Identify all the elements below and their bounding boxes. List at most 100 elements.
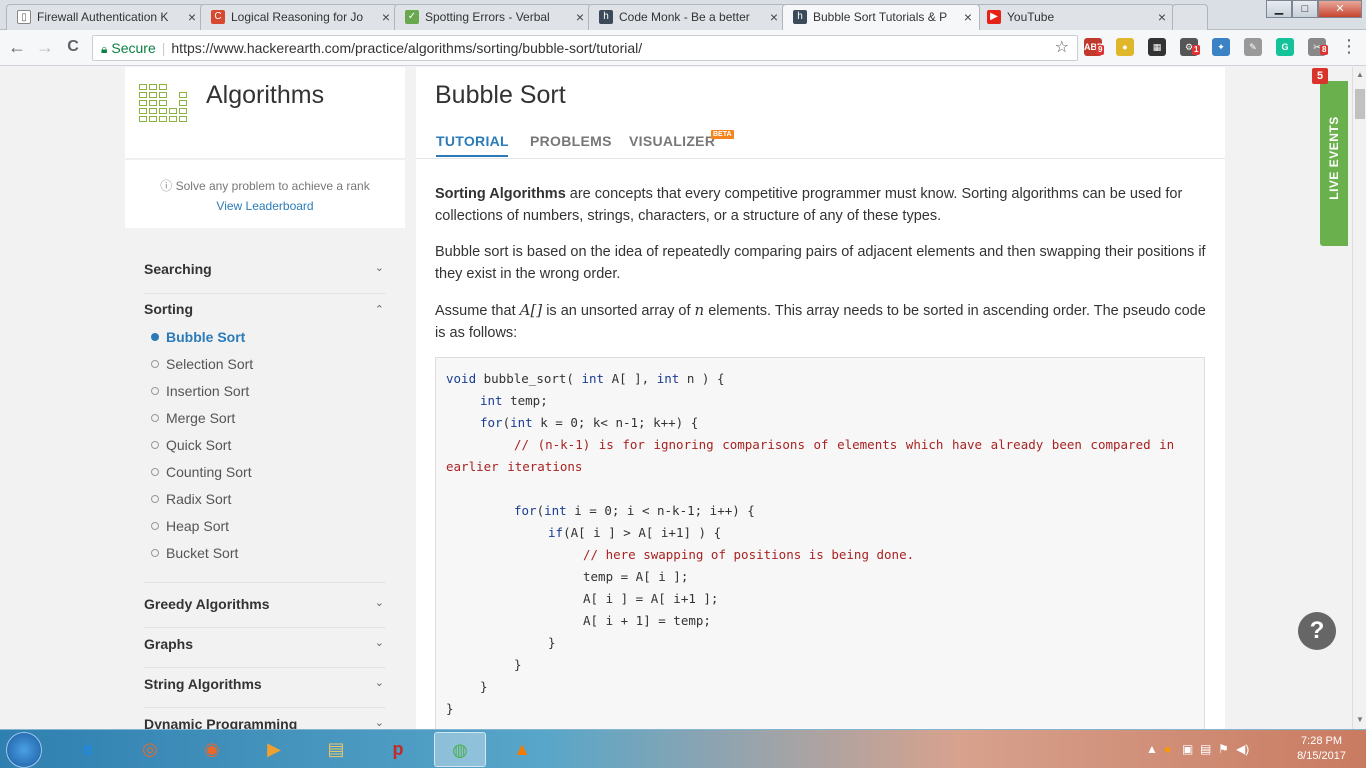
code-comment: // here swapping of positions is being d… — [583, 547, 915, 562]
scrollbar-thumb[interactable] — [1355, 89, 1365, 119]
sidebar-item-quick-sort[interactable]: Quick Sort — [151, 437, 231, 453]
secure-label: Secure — [111, 40, 156, 56]
code-line: for(int k = 0; k< n-1; k++) { — [480, 415, 699, 430]
info-icon: ⓘ — [160, 179, 176, 193]
live-events-label: LIVE EVENTS — [1327, 116, 1341, 200]
tray-expand-icon[interactable]: ▲ — [1146, 742, 1158, 756]
tab-problems[interactable]: PROBLEMS — [530, 133, 612, 149]
maximize-button[interactable]: □ — [1292, 0, 1318, 18]
scroll-up-icon[interactable]: ▲ — [1356, 70, 1364, 79]
menu-icon[interactable]: ⋮ — [1338, 36, 1360, 57]
tray-app-icon[interactable]: ● — [1164, 742, 1171, 756]
separator: | — [161, 40, 166, 56]
chevron-down-icon: ⌄ — [374, 717, 384, 729]
paragraph-text: is an unsorted array of — [542, 303, 695, 319]
code-line: } — [446, 701, 454, 716]
browser-tab[interactable]: ▶ YouTube × — [976, 4, 1174, 30]
sidebar-item-bubble-sort[interactable]: Bubble Sort — [151, 329, 245, 345]
chrome-app-taskbar-icon[interactable]: ◍ — [434, 732, 486, 767]
tray-network-icon[interactable]: ▣ — [1182, 742, 1193, 756]
capture-app-taskbar-icon[interactable]: ◉ — [186, 732, 238, 767]
paragraph-text: Assume that — [435, 303, 520, 319]
close-tab-icon[interactable]: × — [770, 9, 778, 25]
pdf-icon[interactable]: ✎ — [1244, 38, 1262, 56]
sidebar-item-heap-sort[interactable]: Heap Sort — [151, 518, 229, 534]
tray-volume-icon[interactable]: ◀) — [1236, 742, 1249, 756]
chevron-down-icon: ⌄ — [374, 677, 384, 689]
tab-visualizer[interactable]: VISUALIZER — [629, 133, 715, 149]
code-line: if(A[ i ] > A[ i+1] ) { — [548, 525, 722, 540]
windows-taskbar: e ◎ ◉ ▶ ▤ p ◍ ▲ ▲ ● ▣ ▤ ⚑ ◀) 7:28 PM 8/15/2017 — [0, 729, 1366, 768]
browser-tab[interactable]: h Code Monk - Be a better × — [588, 4, 786, 30]
minimize-button[interactable]: ▁ — [1266, 0, 1292, 18]
browser-tab[interactable]: ▯ Firewall Authentication K × — [6, 4, 204, 30]
tray-flag-icon[interactable]: ⚑ — [1218, 742, 1229, 756]
tab-title: Logical Reasoning for Jo — [231, 10, 364, 24]
clock-date: 8/15/2017 — [1297, 750, 1346, 762]
tab-tutorial[interactable]: TUTORIAL — [436, 133, 509, 149]
browser-tab-active[interactable]: h Bubble Sort Tutorials & P × — [782, 4, 980, 30]
norton-icon[interactable]: ● — [1116, 38, 1134, 56]
live-events-tab[interactable]: LIVE EVENTS — [1320, 81, 1348, 246]
sidebar-category-graphs[interactable]: Graphs ⌄ — [144, 636, 386, 652]
tray-display-icon[interactable]: ▤ — [1200, 742, 1211, 756]
close-tab-icon[interactable]: × — [382, 9, 390, 25]
scroll-down-icon[interactable]: ▼ — [1356, 715, 1364, 724]
bullet-icon — [151, 522, 159, 530]
bullet-icon — [151, 549, 159, 557]
media-player-app-taskbar-icon[interactable]: ▶ — [248, 732, 300, 767]
code-line: for(int i = 0; i < n-k-1; i++) { — [514, 503, 755, 518]
browser-tab[interactable]: C Logical Reasoning for Jo × — [200, 4, 398, 30]
sidebar-item-insertion-sort[interactable]: Insertion Sort — [151, 383, 249, 399]
sidebar-item-selection-sort[interactable]: Selection Sort — [151, 356, 253, 372]
divider — [144, 627, 386, 628]
reload-button[interactable]: C — [62, 38, 84, 56]
math-variable: n — [694, 301, 705, 319]
close-tab-icon[interactable]: × — [1158, 9, 1166, 25]
sidebar-category-sorting[interactable]: Sorting ⌃ — [144, 301, 386, 317]
view-leaderboard-link[interactable]: View Leaderboard — [125, 199, 405, 213]
sidebar-item-bucket-sort[interactable]: Bucket Sort — [151, 545, 238, 561]
explorer-app-taskbar-icon[interactable]: ▤ — [310, 732, 362, 767]
p-app-taskbar-icon[interactable]: p — [372, 732, 424, 767]
new-tab-button[interactable] — [1172, 4, 1208, 30]
close-tab-icon[interactable]: × — [188, 9, 196, 25]
help-button[interactable]: ? — [1298, 612, 1336, 650]
bookmark-star-icon[interactable]: ☆ — [1055, 36, 1069, 60]
extension-badge: 1 — [1192, 45, 1201, 55]
divider — [144, 582, 386, 583]
bullet-icon — [151, 360, 159, 368]
tab-title: Firewall Authentication K — [37, 10, 169, 24]
lock-icon: 🔒︎ — [101, 42, 108, 56]
extension-blue-icon[interactable]: ✦ — [1212, 38, 1230, 56]
sidebar-category-searching[interactable]: Searching ⌄ — [144, 261, 386, 277]
sidebar-category-string[interactable]: String Algorithms ⌄ — [144, 676, 386, 692]
rank-hint-text: Solve any problem to achieve a rank — [175, 179, 370, 193]
camera-app-taskbar-icon[interactable]: ◎ — [124, 732, 176, 767]
close-window-button[interactable]: ✕ — [1318, 0, 1362, 18]
bullet-icon — [151, 441, 159, 449]
address-bar[interactable]: 🔒︎ Secure | https://www.hackerearth.com/pra… — [92, 35, 1078, 61]
sidebar-item-counting-sort[interactable]: Counting Sort — [151, 464, 252, 480]
vertical-scrollbar[interactable]: ▲ ▼ — [1352, 67, 1366, 729]
code-line: A[ i ] = A[ i+1 ]; — [583, 591, 719, 606]
sidebar-category-dp[interactable]: Dynamic Programming ⌄ — [144, 716, 386, 729]
ie-app-taskbar-icon[interactable]: e — [62, 732, 114, 767]
code-line: int temp; — [480, 393, 548, 408]
film-icon[interactable]: ▦ — [1148, 38, 1166, 56]
divider — [144, 707, 386, 708]
close-tab-icon[interactable]: × — [576, 9, 584, 25]
sidebar-category-greedy[interactable]: Greedy Algorithms ⌄ — [144, 596, 386, 612]
rank-card: ⓘ Solve any problem to achieve a rank Vi… — [125, 160, 405, 228]
start-button[interactable] — [6, 732, 42, 768]
grammarly-icon[interactable]: G — [1276, 38, 1294, 56]
paragraph-pseudocode-intro: Assume that A[] is an unsorted array of … — [435, 299, 1207, 344]
vlc-app-taskbar-icon[interactable]: ▲ — [496, 732, 548, 767]
browser-tab[interactable]: ✓ Spotting Errors - Verbal × — [394, 4, 592, 30]
forward-button[interactable]: → — [34, 37, 56, 58]
sidebar-item-radix-sort[interactable]: Radix Sort — [151, 491, 231, 507]
sidebar-item-merge-sort[interactable]: Merge Sort — [151, 410, 235, 426]
close-tab-icon[interactable]: × — [964, 9, 972, 25]
back-button[interactable]: ← — [6, 37, 28, 58]
system-clock[interactable]: 7:28 PM 8/15/2017 — [1297, 734, 1346, 764]
